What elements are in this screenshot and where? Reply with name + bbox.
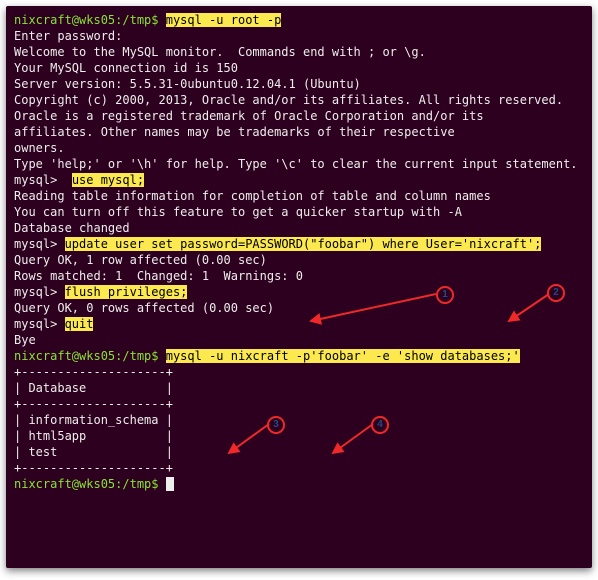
terminal-line: Enter password:	[14, 28, 584, 44]
mysql-prompt: mysql>	[14, 285, 65, 299]
table-row: | test |	[14, 444, 584, 460]
terminal-line: Type 'help;' or '\h' for help. Type '\c'…	[14, 156, 584, 172]
terminal-line: affiliates. Other names may be trademark…	[14, 124, 584, 140]
terminal-line: mysql> flush privileges;	[14, 284, 584, 300]
terminal-line: nixcraft@wks05:/tmp$ mysql -u root -p	[14, 12, 584, 28]
terminal-line: Server version: 5.5.31-0ubuntu0.12.04.1 …	[14, 76, 584, 92]
terminal-line: Database changed	[14, 220, 584, 236]
terminal-line: owners.	[14, 140, 584, 156]
command-text: mysql -u nixcraft -p'foobar' -e 'show da…	[166, 349, 520, 363]
command-text: use mysql;	[72, 173, 144, 187]
command-text: mysql -u root -p	[166, 13, 282, 27]
terminal-line: Reading table information for completion…	[14, 188, 584, 204]
terminal-line: Bye	[14, 332, 584, 348]
cursor-icon	[166, 477, 174, 491]
terminal-line: nixcraft@wks05:/tmp$ mysql -u nixcraft -…	[14, 348, 584, 364]
terminal-line: You can turn off this feature to get a q…	[14, 204, 584, 220]
table-row: +--------------------+	[14, 396, 584, 412]
shell-prompt: nixcraft@wks05:/tmp$	[14, 477, 166, 491]
table-row: | information_schema |	[14, 412, 584, 428]
terminal-line: mysql> update user set password=PASSWORD…	[14, 236, 584, 252]
mysql-prompt: mysql>	[14, 237, 65, 251]
terminal-line: mysql> use mysql;	[14, 172, 584, 188]
spacer	[65, 173, 72, 187]
mysql-prompt: mysql>	[14, 317, 65, 331]
terminal-line: Rows matched: 1 Changed: 1 Warnings: 0	[14, 268, 584, 284]
terminal-line: Welcome to the MySQL monitor. Commands e…	[14, 44, 584, 60]
terminal-line: Query OK, 0 rows affected (0.00 sec)	[14, 300, 584, 316]
mysql-prompt: mysql>	[14, 173, 65, 187]
terminal-window[interactable]: nixcraft@wks05:/tmp$ mysql -u root -p En…	[6, 6, 592, 568]
shell-prompt: nixcraft@wks05:/tmp$	[14, 13, 166, 27]
table-row: | Database |	[14, 380, 584, 396]
command-text: flush privileges;	[65, 285, 188, 299]
table-row: +--------------------+	[14, 364, 584, 380]
terminal-line: Query OK, 1 row affected (0.00 sec)	[14, 252, 584, 268]
terminal-line: mysql> quit	[14, 316, 584, 332]
terminal-line: Oracle is a registered trademark of Orac…	[14, 108, 584, 124]
shell-prompt: nixcraft@wks05:/tmp$	[14, 349, 166, 363]
terminal-line: nixcraft@wks05:/tmp$	[14, 476, 584, 492]
table-row: | html5app |	[14, 428, 584, 444]
terminal-line: Your MySQL connection id is 150	[14, 60, 584, 76]
terminal-line: Copyright (c) 2000, 2013, Oracle and/or …	[14, 92, 584, 108]
command-text: quit	[65, 317, 94, 331]
command-text: update user set password=PASSWORD("fooba…	[65, 237, 542, 251]
table-row: +--------------------+	[14, 460, 584, 476]
